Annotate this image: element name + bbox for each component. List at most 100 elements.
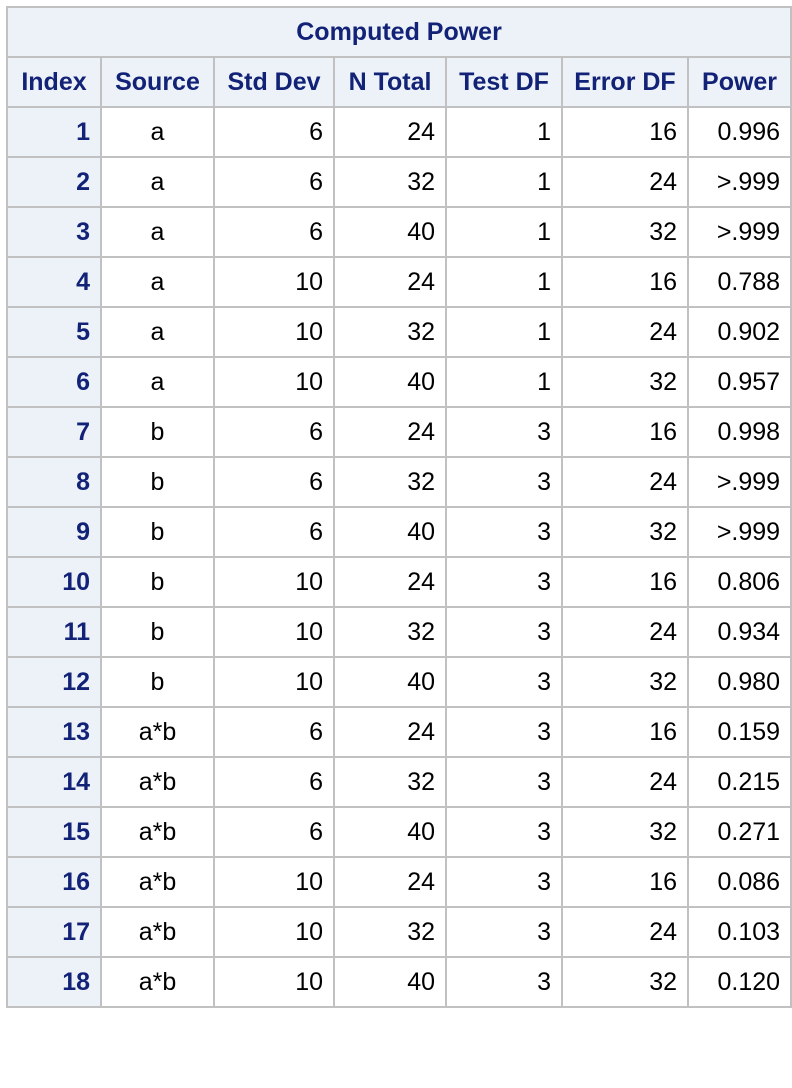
source-cell: b [100, 456, 215, 508]
error-df-cell: 32 [561, 356, 689, 408]
n-total-cell: 40 [333, 506, 447, 558]
std-dev-cell: 10 [213, 906, 335, 958]
table-row: 9 b 6 40 3 32 >.999 [6, 506, 792, 558]
power-cell: >.999 [686, 456, 792, 508]
index-cell: 1 [6, 106, 102, 158]
index-cell: 15 [6, 806, 102, 858]
error-df-cell: 16 [561, 856, 689, 908]
error-df-cell: 24 [561, 306, 689, 358]
table-title-row: Computed Power [5, 6, 792, 58]
table-row: 1 a 6 24 1 16 0.996 [6, 106, 792, 158]
power-cell: 0.788 [686, 256, 792, 308]
power-cell: 0.120 [686, 956, 792, 1008]
error-df-cell: 16 [561, 406, 689, 458]
index-cell: 14 [6, 756, 102, 808]
table-row: 15 a*b 6 40 3 32 0.271 [6, 806, 792, 858]
index-cell: 11 [6, 606, 102, 658]
source-cell: b [100, 556, 215, 608]
source-cell: a*b [100, 756, 215, 808]
index-cell: 3 [6, 206, 102, 258]
error-df-cell: 24 [561, 906, 689, 958]
table-row: 2 a 6 32 1 24 >.999 [6, 156, 792, 208]
power-cell: 0.103 [686, 906, 792, 958]
index-cell: 5 [6, 306, 102, 358]
source-cell: a [100, 356, 215, 408]
error-df-cell: 24 [561, 456, 689, 508]
power-cell: >.999 [686, 506, 792, 558]
test-df-cell: 3 [445, 856, 563, 908]
table-body: 1 a 6 24 1 16 0.996 2 a 6 32 1 24 >.999 3 a 6 40 1 32 >.999 4… [6, 106, 792, 1008]
table-row: 18 a*b 10 40 3 32 0.120 [6, 956, 792, 1008]
n-total-cell: 24 [333, 406, 447, 458]
power-cell: 0.271 [686, 806, 792, 858]
std-dev-cell: 6 [213, 706, 335, 758]
source-cell: a [100, 206, 215, 258]
n-total-cell: 40 [333, 956, 447, 1008]
test-df-cell: 1 [445, 206, 563, 258]
column-header-std-dev: Std Dev [213, 56, 335, 108]
std-dev-cell: 6 [213, 806, 335, 858]
index-cell: 17 [6, 906, 102, 958]
n-total-cell: 24 [333, 256, 447, 308]
index-cell: 4 [6, 256, 102, 308]
error-df-cell: 16 [561, 556, 689, 608]
test-df-cell: 3 [445, 556, 563, 608]
index-cell: 12 [6, 656, 102, 708]
source-cell: b [100, 506, 215, 558]
index-cell: 18 [6, 956, 102, 1008]
std-dev-cell: 10 [213, 306, 335, 358]
power-cell: 0.086 [686, 856, 792, 908]
table-title: Computed Power [5, 6, 792, 58]
source-cell: b [100, 606, 215, 658]
power-cell: >.999 [686, 206, 792, 258]
test-df-cell: 3 [445, 906, 563, 958]
table-row: 4 a 10 24 1 16 0.788 [6, 256, 792, 308]
power-cell: 0.806 [686, 556, 792, 608]
source-cell: a*b [100, 956, 215, 1008]
column-header-index: Index [6, 56, 102, 108]
n-total-cell: 32 [333, 756, 447, 808]
source-cell: a [100, 156, 215, 208]
column-header-row: Index Source Std Dev N Total Test DF Err… [6, 56, 792, 108]
error-df-cell: 32 [561, 206, 689, 258]
source-cell: b [100, 406, 215, 458]
std-dev-cell: 6 [213, 206, 335, 258]
test-df-cell: 1 [445, 356, 563, 408]
std-dev-cell: 10 [213, 606, 335, 658]
error-df-cell: 24 [561, 156, 689, 208]
table-row: 3 a 6 40 1 32 >.999 [6, 206, 792, 258]
table-row: 7 b 6 24 3 16 0.998 [6, 406, 792, 458]
power-cell: 0.215 [686, 756, 792, 808]
source-cell: a*b [100, 906, 215, 958]
std-dev-cell: 10 [213, 956, 335, 1008]
table-row: 11 b 10 32 3 24 0.934 [6, 606, 792, 658]
error-df-cell: 16 [561, 106, 689, 158]
test-df-cell: 3 [445, 506, 563, 558]
test-df-cell: 3 [445, 706, 563, 758]
table-row: 14 a*b 6 32 3 24 0.215 [6, 756, 792, 808]
test-df-cell: 3 [445, 956, 563, 1008]
std-dev-cell: 6 [213, 106, 335, 158]
power-cell: 0.934 [686, 606, 792, 658]
table-row: 13 a*b 6 24 3 16 0.159 [6, 706, 792, 758]
index-cell: 2 [6, 156, 102, 208]
n-total-cell: 40 [333, 206, 447, 258]
index-cell: 10 [6, 556, 102, 608]
table-row: 10 b 10 24 3 16 0.806 [6, 556, 792, 608]
table-row: 12 b 10 40 3 32 0.980 [6, 656, 792, 708]
column-header-power: Power [686, 56, 792, 108]
n-total-cell: 32 [333, 456, 447, 508]
source-cell: a [100, 306, 215, 358]
power-cell: 0.996 [686, 106, 792, 158]
error-df-cell: 16 [561, 256, 689, 308]
source-cell: a [100, 256, 215, 308]
column-header-error-df: Error DF [561, 56, 689, 108]
test-df-cell: 3 [445, 406, 563, 458]
index-cell: 7 [6, 406, 102, 458]
n-total-cell: 32 [333, 606, 447, 658]
test-df-cell: 1 [445, 156, 563, 208]
table-row: 5 a 10 32 1 24 0.902 [6, 306, 792, 358]
error-df-cell: 16 [561, 706, 689, 758]
n-total-cell: 24 [333, 106, 447, 158]
std-dev-cell: 10 [213, 256, 335, 308]
